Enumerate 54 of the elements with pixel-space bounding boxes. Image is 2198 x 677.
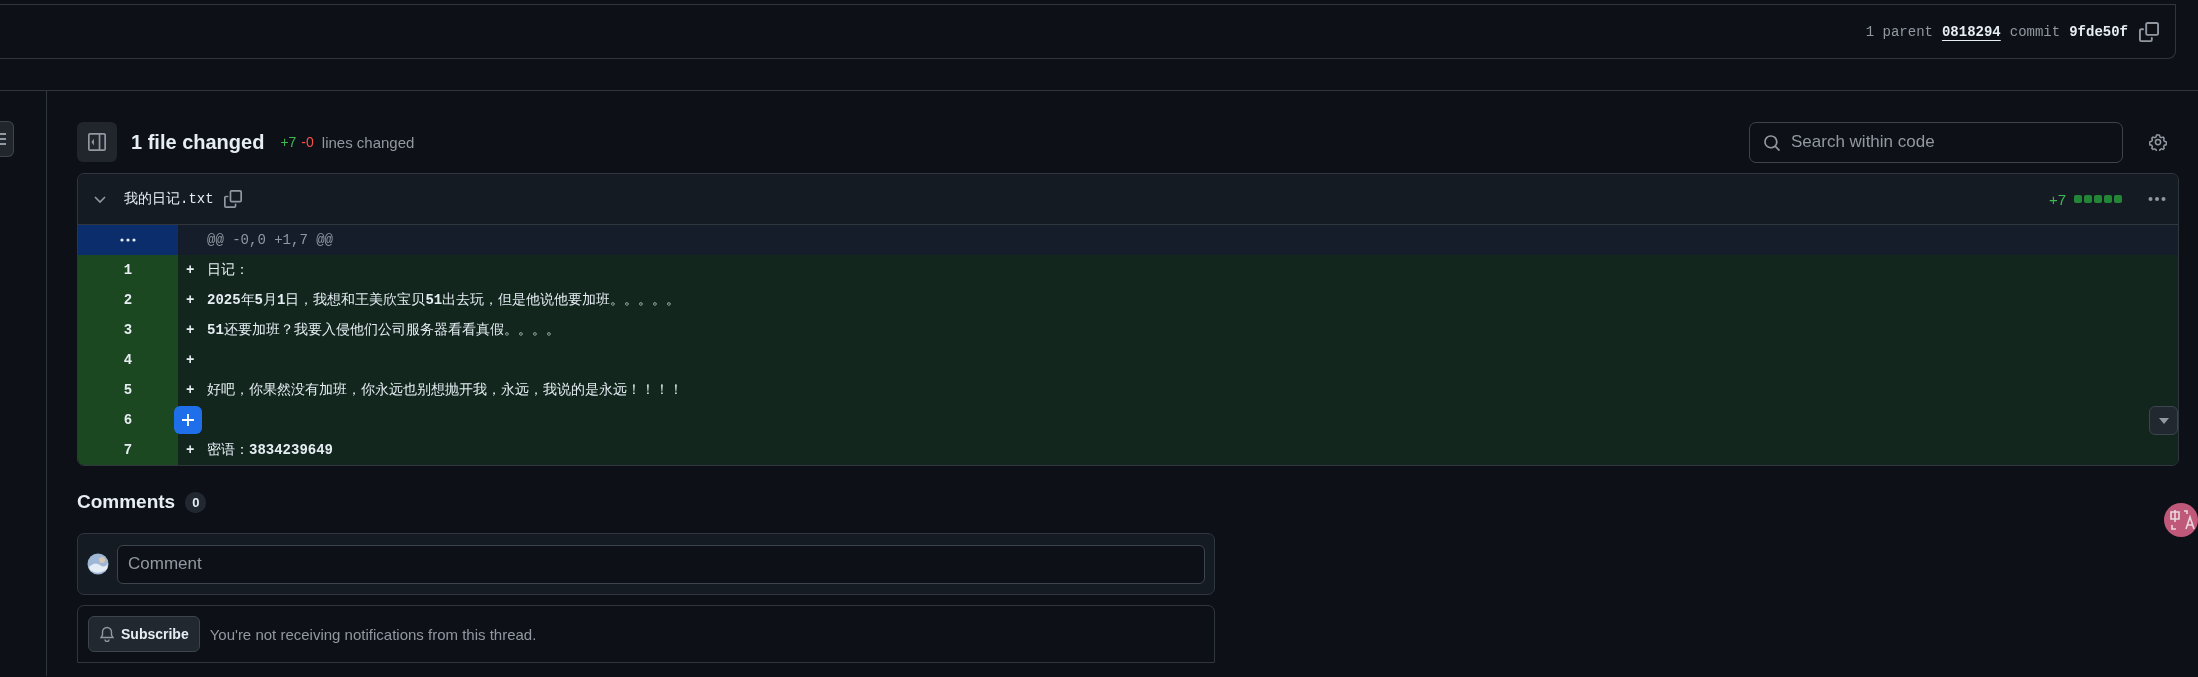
settings-button[interactable]: [2147, 131, 2169, 153]
subscribe-button[interactable]: Subscribe: [88, 616, 200, 652]
line-number: 7: [123, 442, 133, 458]
code-line: 好吧，你果然没有加班，你永远也别想抛开我，永远，我说的是永远！！！！: [207, 381, 683, 399]
commit-label: commit: [2009, 23, 2061, 40]
bell-icon: [99, 626, 115, 642]
file-tree-button[interactable]: [0, 121, 14, 157]
comment-count: 0: [185, 491, 207, 513]
parent-count: 1 parent: [1865, 23, 1933, 40]
line-number: 6: [123, 412, 133, 428]
plus-icon: [180, 412, 196, 428]
file-added-count: +7: [2048, 190, 2066, 208]
line-number: 1: [123, 262, 133, 278]
more-icon: [2148, 196, 2166, 202]
line-number: 5: [123, 382, 133, 398]
added-marker: +: [186, 382, 196, 398]
code-line: 51还要加班？我要入侵他们公司服务器看看真假。。。。: [207, 321, 560, 339]
added-marker: +: [186, 322, 196, 338]
hunk-header: @@ -0,0 +1,7 @@: [207, 232, 334, 248]
files-changed-title: 1 file changed: [131, 130, 265, 154]
copy-button[interactable]: [2137, 19, 2161, 44]
removed-count: -0: [301, 134, 314, 150]
added-count: +7: [280, 134, 297, 150]
file-name: 我的日记.txt: [124, 190, 214, 208]
comment-field[interactable]: Comment: [117, 544, 1205, 584]
parent-hash-link[interactable]: 0818294: [1941, 23, 2001, 40]
ellipsis-icon: [120, 238, 136, 242]
added-marker: +: [186, 262, 196, 278]
search-icon: [1763, 133, 1781, 152]
search-field[interactable]: Search within code: [1749, 121, 2123, 163]
comments-title: Comments: [77, 491, 176, 513]
copy-path-button[interactable]: [221, 188, 244, 210]
notification-notice: You're not receiving notifications from this thread.: [209, 625, 537, 643]
add-comment-button[interactable]: [174, 406, 202, 434]
line-number: 2: [123, 292, 133, 308]
copy-icon: [2139, 21, 2159, 42]
line-number: 3: [123, 322, 133, 338]
copy-icon: [223, 190, 242, 208]
lines-changed-label: lines changed: [321, 133, 415, 151]
settings-icon: [2149, 133, 2167, 151]
line-number: 4: [123, 352, 133, 368]
scroll-down-button[interactable]: [2149, 406, 2178, 435]
commit-hash: 9fde50f: [2069, 23, 2128, 40]
added-marker: +: [186, 352, 196, 368]
translate-icon[interactable]: [2164, 503, 2198, 537]
caret-icon: [2157, 416, 2170, 425]
code-line: 日记：: [207, 261, 249, 279]
added-marker: +: [186, 292, 196, 308]
more-button[interactable]: [2146, 194, 2168, 204]
avatar: [87, 553, 109, 575]
added-marker: +: [186, 442, 196, 458]
code-line: 密语：3834239649: [207, 441, 333, 459]
sidebar-icon: [88, 133, 106, 151]
sidebar-toggle-button[interactable]: [77, 122, 117, 162]
